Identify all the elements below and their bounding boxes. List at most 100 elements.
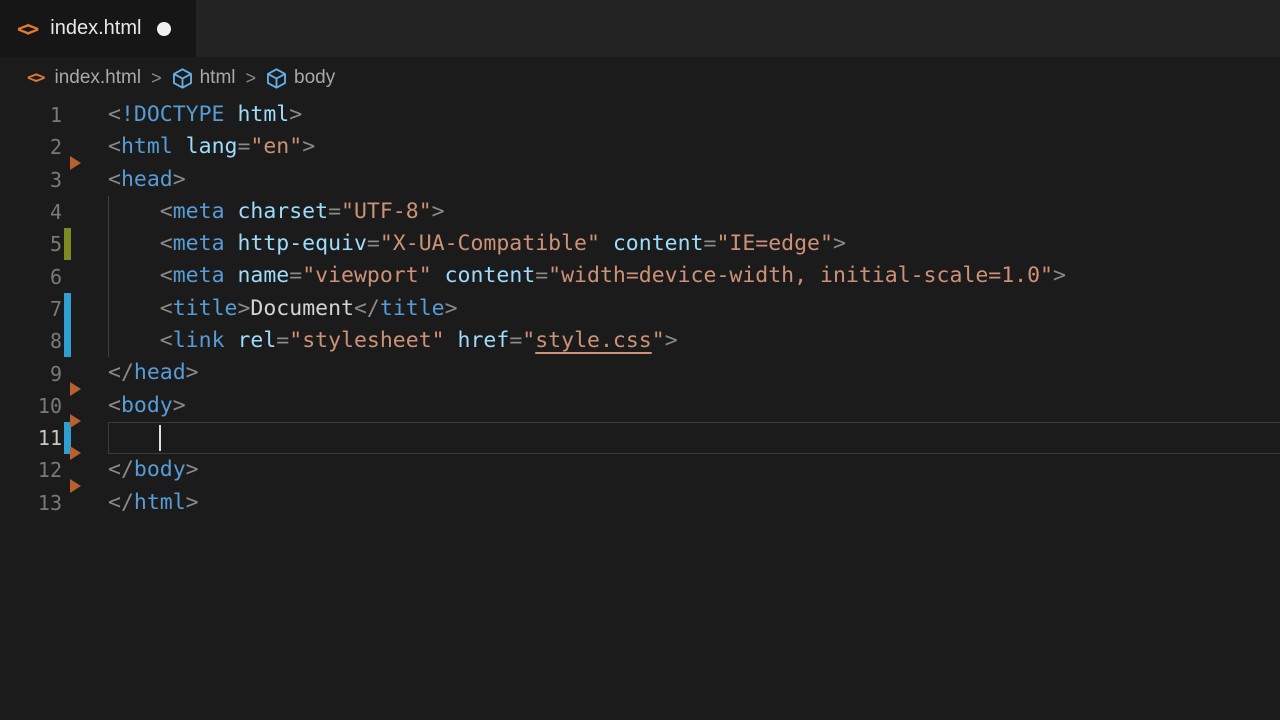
git-added-gutter-indicator: [64, 228, 71, 260]
code-token: ": [522, 328, 535, 353]
line-number[interactable]: 4: [0, 200, 62, 224]
git-gutter-spacer: [64, 260, 71, 292]
code-token: >: [173, 167, 186, 192]
line-number[interactable]: 10: [0, 394, 62, 418]
line-number[interactable]: 11: [0, 426, 62, 450]
code-token: >: [289, 102, 302, 127]
indent-guide: [108, 260, 109, 292]
editor-tab-bar: <> index.html: [0, 0, 1280, 57]
git-modified-gutter-indicator: [64, 325, 71, 357]
breadcrumb-item-body[interactable]: body: [266, 67, 335, 89]
code-token: <: [108, 263, 173, 288]
code-token: <: [108, 167, 121, 192]
code-line[interactable]: 8 <link rel="stylesheet" href="style.css…: [0, 325, 1280, 357]
code-line[interactable]: 11: [0, 422, 1280, 454]
line-number[interactable]: 12: [0, 458, 62, 482]
code-token: "IE=edge": [716, 231, 833, 256]
code-line[interactable]: 5 <meta http-equiv="X-UA-Compatible" con…: [0, 228, 1280, 260]
code-token: "en": [250, 134, 302, 159]
code-line[interactable]: 3<head>: [0, 164, 1280, 196]
fold-marker-icon[interactable]: [70, 446, 81, 460]
git-gutter-spacer: [64, 196, 71, 228]
code-token: content: [432, 263, 536, 288]
current-line-highlight: [108, 422, 1280, 454]
code-token: title: [380, 296, 445, 321]
code-line[interactable]: 10 <body>: [0, 390, 1280, 422]
chevron-right-icon: >: [246, 68, 257, 89]
code-token: body: [121, 393, 173, 418]
code-token: >: [1053, 263, 1066, 288]
breadcrumb-item-html[interactable]: html: [172, 67, 236, 89]
line-number[interactable]: 1: [0, 103, 62, 127]
code-text: <body>: [108, 390, 186, 422]
code-text: <title>Document</title>: [108, 293, 458, 325]
code-token: <: [108, 296, 173, 321]
code-token: </: [108, 457, 134, 482]
breadcrumb-body-label: body: [294, 67, 335, 89]
fold-marker-icon[interactable]: [70, 156, 81, 170]
breadcrumb-item-file[interactable]: <> index.html: [27, 67, 141, 89]
code-token: =: [289, 263, 302, 288]
line-number[interactable]: 6: [0, 265, 62, 289]
code-line[interactable]: 7 <title>Document</title>: [0, 293, 1280, 325]
code-token: title: [173, 296, 238, 321]
line-number[interactable]: 5: [0, 232, 62, 256]
line-number[interactable]: 2: [0, 135, 62, 159]
code-token: "X-UA-Compatible": [380, 231, 600, 256]
code-token: name: [225, 263, 290, 288]
html-file-icon: <>: [17, 17, 36, 41]
fold-marker-icon[interactable]: [70, 414, 81, 428]
fold-marker-icon[interactable]: [70, 382, 81, 396]
line-number[interactable]: 7: [0, 297, 62, 321]
code-line[interactable]: 6 <meta name="viewport" content="width=d…: [0, 260, 1280, 292]
line-number[interactable]: 9: [0, 362, 62, 386]
fold-marker-icon[interactable]: [70, 479, 81, 493]
code-text: <!DOCTYPE html>: [108, 99, 302, 131]
code-line[interactable]: 12 </body>: [0, 454, 1280, 486]
code-area[interactable]: 1<!DOCTYPE html>2<html lang="en">3<head>…: [0, 99, 1280, 519]
code-token: =: [367, 231, 380, 256]
code-token: ": [652, 328, 665, 353]
code-token: http-equiv: [225, 231, 367, 256]
code-token: html: [134, 490, 186, 515]
code-token: <: [108, 393, 121, 418]
tab-index-html[interactable]: <> index.html: [0, 0, 196, 57]
code-token: <: [108, 231, 173, 256]
vscode-editor-window: <> index.html <> index.html > html > bod…: [0, 0, 1280, 720]
code-token: </: [354, 296, 380, 321]
code-token: =: [328, 199, 341, 224]
code-token: lang: [173, 134, 238, 159]
line-number[interactable]: 3: [0, 168, 62, 192]
code-line[interactable]: 2<html lang="en">: [0, 131, 1280, 163]
code-token: <: [108, 328, 173, 353]
code-token: html: [121, 134, 173, 159]
code-text: <meta name="viewport" content="width=dev…: [108, 260, 1066, 292]
code-token: =: [237, 134, 250, 159]
code-token: !DOCTYPE: [121, 102, 225, 127]
html-file-icon: <>: [27, 68, 43, 88]
code-token: "width=device-width, initial-scale=1.0": [548, 263, 1053, 288]
code-text: </html>: [108, 487, 199, 519]
tab-label: index.html: [50, 17, 141, 40]
text-cursor: [159, 425, 161, 451]
indent-guide: [108, 196, 109, 228]
code-text: </body>: [108, 454, 199, 486]
unsaved-changes-indicator[interactable]: [157, 22, 171, 36]
indent-guide: [108, 293, 109, 325]
code-token: meta: [173, 263, 225, 288]
line-number[interactable]: 8: [0, 329, 62, 353]
code-token: style.css: [535, 328, 652, 353]
code-token: >: [833, 231, 846, 256]
line-number[interactable]: 13: [0, 491, 62, 515]
code-line[interactable]: 13 </html>: [0, 487, 1280, 519]
code-token: =: [535, 263, 548, 288]
code-line[interactable]: 1 <!DOCTYPE html>: [0, 99, 1280, 131]
code-line[interactable]: 4 <meta charset="UTF-8">: [0, 196, 1280, 228]
code-token: <: [108, 134, 121, 159]
code-token: </: [108, 490, 134, 515]
code-token: >: [186, 457, 199, 482]
code-line[interactable]: 9</head>: [0, 357, 1280, 389]
code-token: html: [225, 102, 290, 127]
code-token: =: [276, 328, 289, 353]
code-token: >: [665, 328, 678, 353]
